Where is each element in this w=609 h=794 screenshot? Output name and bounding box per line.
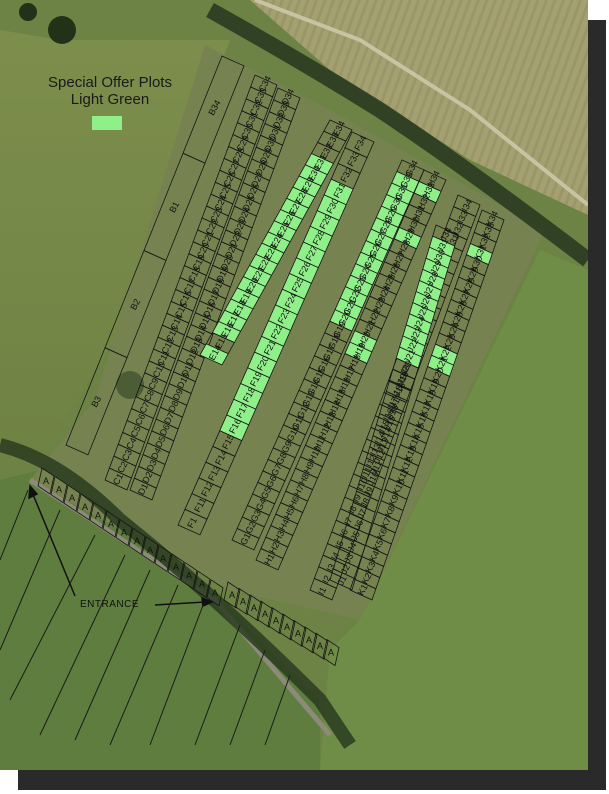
plot-label-a: A xyxy=(43,476,49,486)
tree xyxy=(19,3,37,21)
plot-label-a: A xyxy=(134,536,140,546)
allotment-site-map: B34B1B2B3C34C33C32C31C30C29C28C27C26C25C… xyxy=(0,0,588,770)
plot-label-a: A xyxy=(229,590,235,600)
plot-label-a: A xyxy=(295,628,301,638)
plot-label-a: A xyxy=(160,553,166,563)
plot-label-a: A xyxy=(262,609,268,619)
plot-label-a: A xyxy=(173,562,179,572)
plot-label-a: A xyxy=(317,641,323,651)
plot-label-a: A xyxy=(306,635,312,645)
plot-label-a: A xyxy=(56,485,62,495)
legend-title: Special Offer Plots Light Green xyxy=(20,74,200,108)
legend-line-1: Special Offer Plots xyxy=(48,74,172,91)
plot-label-a: A xyxy=(121,528,127,538)
plot-label-a: A xyxy=(240,596,246,606)
legend-swatch xyxy=(92,116,122,130)
tree xyxy=(48,16,76,44)
plot-label-a: A xyxy=(108,519,114,529)
plot-label-a: A xyxy=(273,616,279,626)
plot-label-a: A xyxy=(328,648,334,658)
plot-label-a: A xyxy=(284,622,290,632)
legend-line-2: Light Green xyxy=(70,91,150,108)
plot-label-a: A xyxy=(95,510,101,520)
plot-label-a: A xyxy=(199,579,205,589)
plot-label-a: A xyxy=(251,603,257,613)
entrance-label: ENTRANCE xyxy=(80,599,140,610)
plot-label-a: A xyxy=(82,502,88,512)
plot-label-a: A xyxy=(212,588,218,598)
plot-label-a: A xyxy=(186,571,192,581)
plot-label-a: A xyxy=(69,493,75,503)
plot-label-a: A xyxy=(147,545,153,555)
